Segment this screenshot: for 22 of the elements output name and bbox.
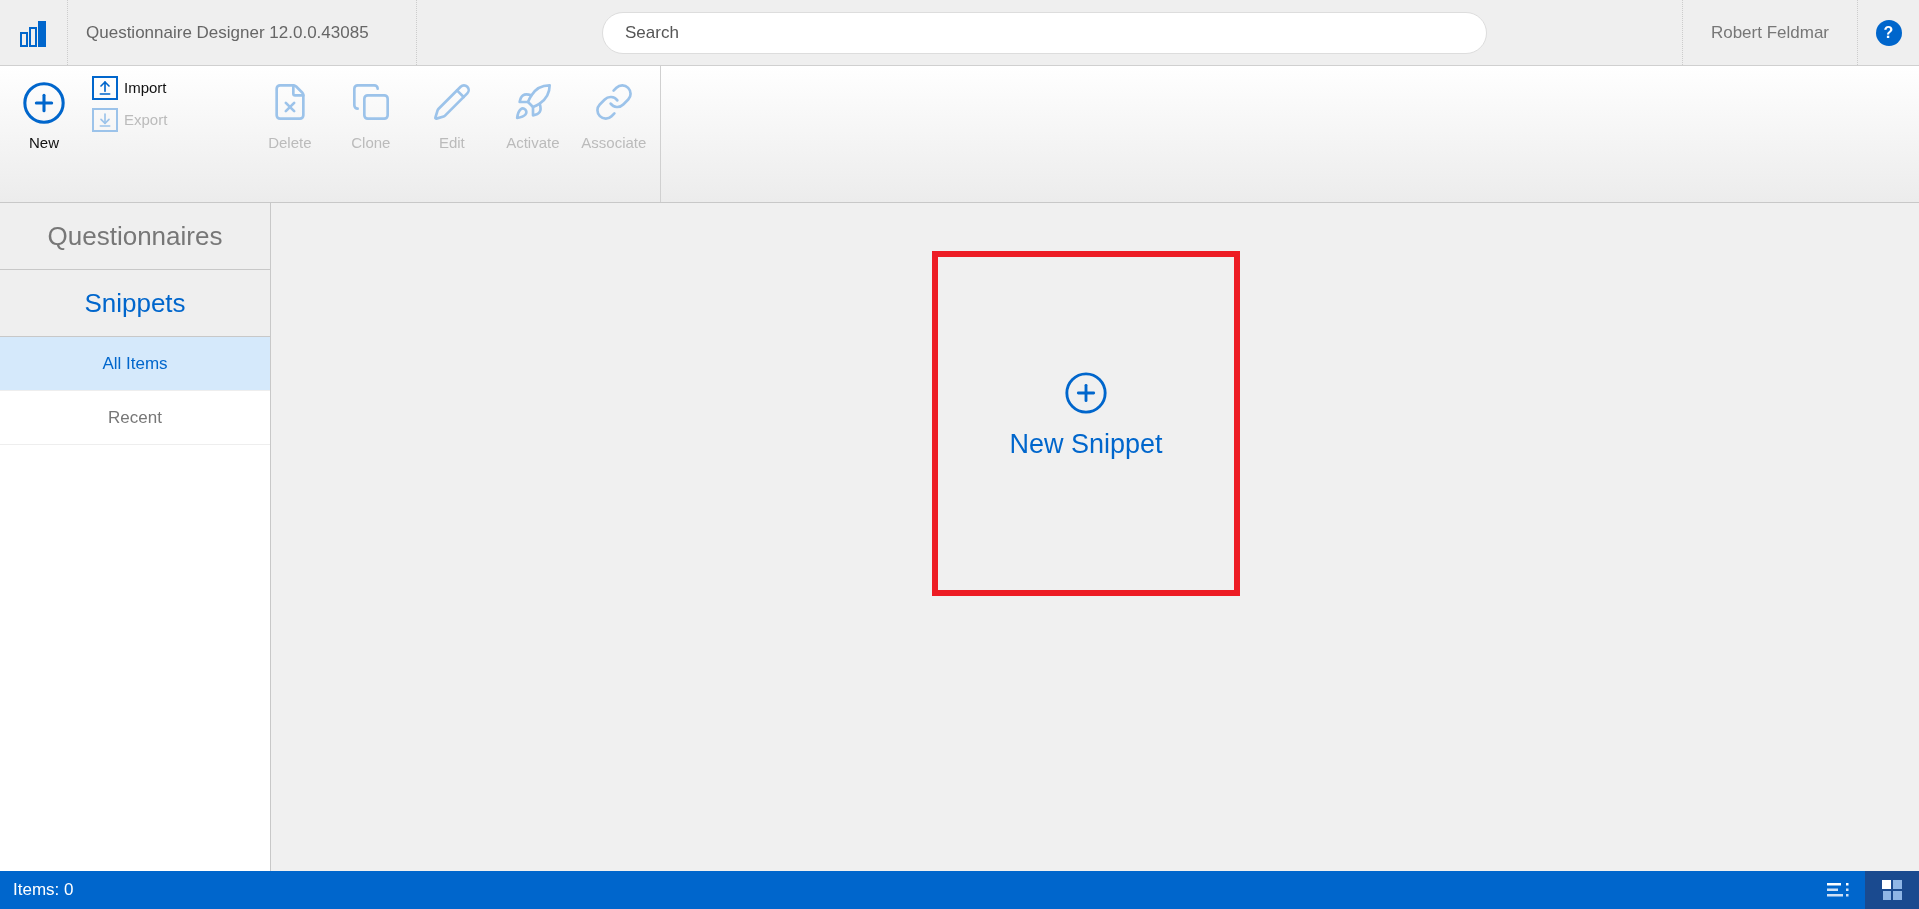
new-snippet-card[interactable]: New Snippet	[932, 251, 1240, 596]
sidebar-section-tab[interactable]: Snippets	[0, 270, 270, 337]
sidebar-item[interactable]: All Items	[0, 337, 270, 391]
tile-view-icon	[1882, 880, 1902, 900]
pencil-icon	[431, 82, 472, 122]
plus-circle-icon	[21, 80, 67, 126]
user-name[interactable]: Robert Feldmar	[1710, 19, 1830, 46]
copy-icon	[350, 82, 391, 122]
download-icon	[92, 108, 118, 132]
list-view-icon	[1827, 883, 1849, 897]
sidebar-section-tab[interactable]: Questionnaires	[0, 203, 270, 270]
plus-circle-icon	[1063, 370, 1109, 417]
status-text: Items: 0	[12, 879, 75, 902]
bar-chart-logo-icon	[18, 18, 49, 47]
help-button[interactable]: ?	[1875, 19, 1902, 46]
tile-view-button[interactable]	[1865, 871, 1919, 909]
search-field[interactable]: Search	[602, 11, 1487, 54]
new-button[interactable]: New	[14, 80, 74, 155]
link-icon	[593, 82, 634, 122]
import-button[interactable]: Import	[92, 76, 168, 100]
app-title: Questionnaire Designer 12.0.0.43085	[86, 21, 369, 44]
upload-icon	[92, 76, 118, 100]
